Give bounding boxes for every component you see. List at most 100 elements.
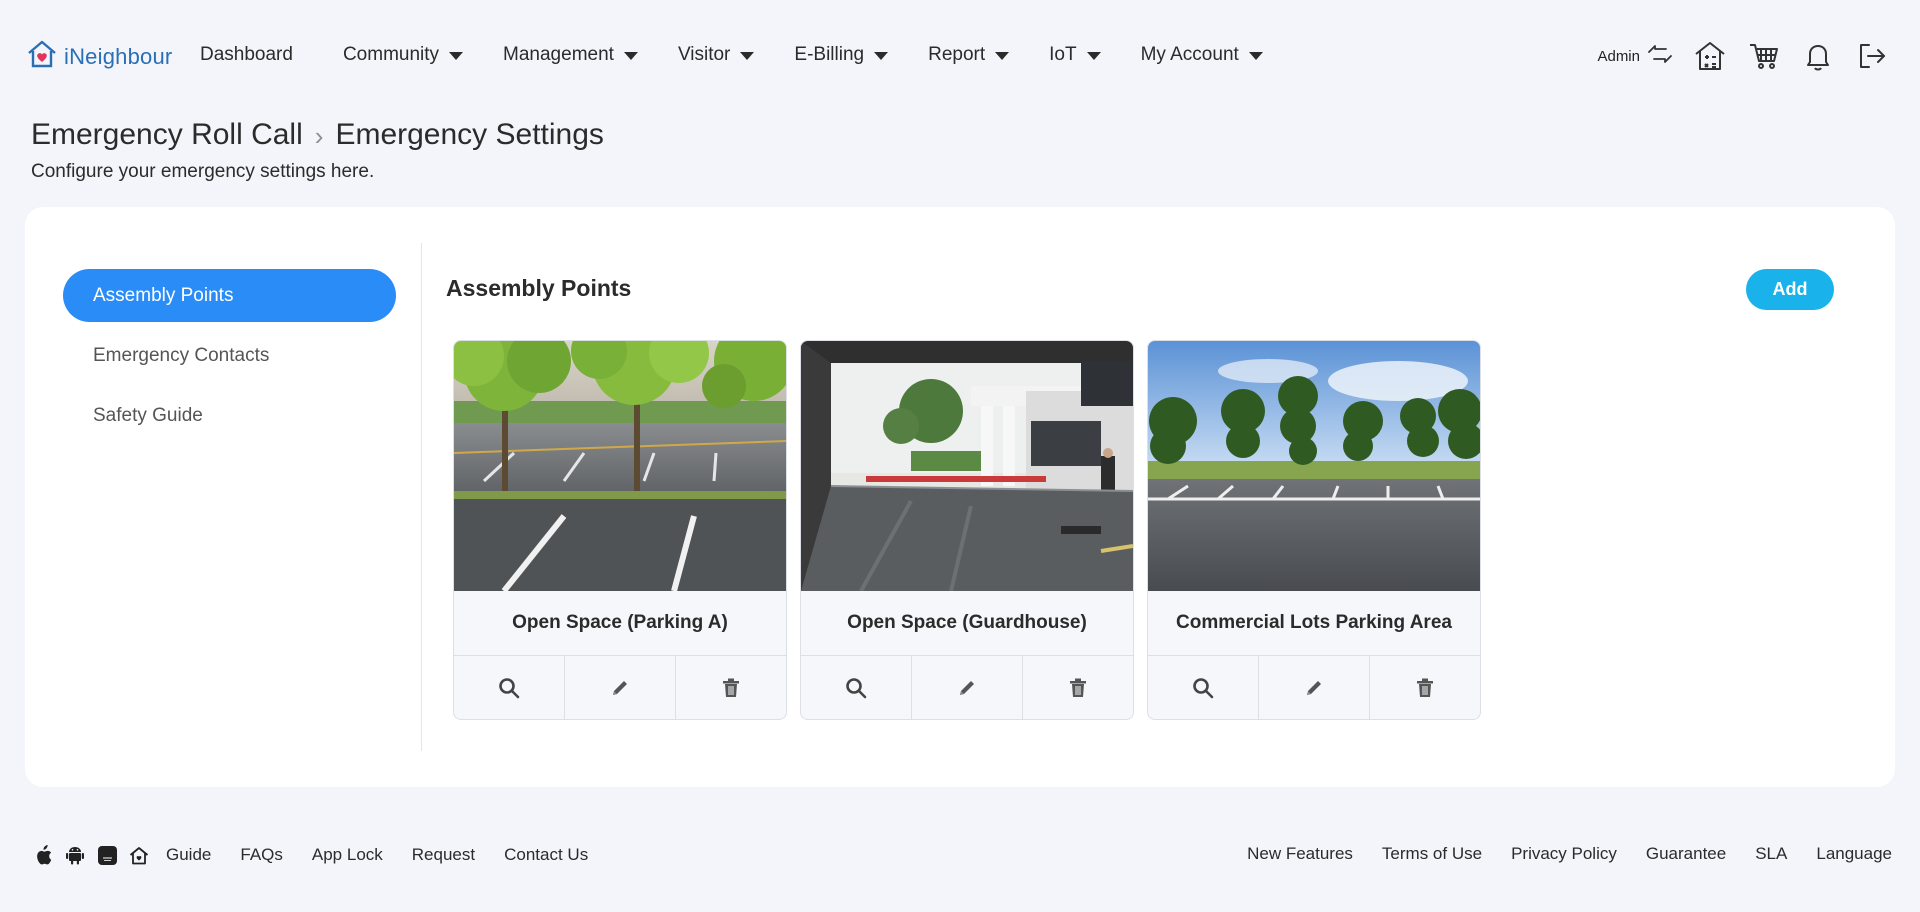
view-button[interactable] [801, 656, 911, 719]
caret-down-icon [1086, 52, 1101, 60]
top-navigation-bar: iNeighbour Dashboard Community Managemen… [0, 0, 1920, 116]
footer-link-app-lock[interactable]: App Lock [312, 845, 383, 865]
main-nav: Dashboard Community Management Visitor E… [200, 44, 1263, 66]
house-calculator-icon[interactable] [1692, 38, 1728, 74]
sidebar-item-emergency-contacts[interactable]: Emergency Contacts [63, 329, 396, 382]
nav-label: IoT [1049, 44, 1077, 65]
add-button[interactable]: Add [1746, 269, 1834, 310]
logout-icon[interactable] [1854, 38, 1890, 74]
caret-down-icon [740, 52, 755, 60]
nav-my-account[interactable]: My Account [1141, 44, 1263, 66]
nav-iot[interactable]: IoT [1049, 44, 1101, 66]
search-icon [499, 678, 520, 699]
guardhouse-entrance-photo [801, 341, 1133, 591]
footer-link-terms-of-use[interactable]: Terms of Use [1382, 844, 1482, 864]
footer-link-guarantee[interactable]: Guarantee [1646, 844, 1726, 864]
sidebar-item-safety-guide[interactable]: Safety Guide [63, 389, 396, 442]
parking-lot-trees-photo [454, 341, 786, 591]
cart-icon[interactable] [1746, 38, 1782, 74]
header-tools: Admin [1597, 38, 1890, 74]
nav-label: Community [342, 44, 440, 65]
assembly-point-name: Commercial Lots Parking Area [1148, 591, 1480, 656]
trash-icon [1417, 678, 1433, 697]
open-parking-area-photo [1148, 341, 1480, 591]
sidebar-item-label: Emergency Contacts [93, 344, 270, 366]
nav-label: Dashboard [200, 44, 293, 65]
sidebar-item-assembly-points[interactable]: Assembly Points [63, 269, 396, 322]
edit-button[interactable] [911, 656, 1022, 719]
settings-sidebar: Assembly Points Emergency Contacts Safet… [63, 269, 396, 449]
chevron-right-icon: › [314, 120, 324, 151]
pencil-icon [613, 681, 627, 695]
pencil-icon [960, 681, 974, 695]
footer-link-new-features[interactable]: New Features [1247, 844, 1353, 864]
breadcrumb-parent[interactable]: Emergency Roll Call [31, 118, 303, 152]
delete-button[interactable] [675, 656, 786, 719]
nav-e-billing[interactable]: E-Billing [794, 44, 889, 66]
nav-report[interactable]: Report [928, 44, 1010, 66]
assembly-point-card: Open Space (Parking A) [453, 340, 787, 720]
footer-link-request[interactable]: Request [412, 845, 475, 865]
edit-button[interactable] [1258, 656, 1369, 719]
sidebar-item-label: Safety Guide [93, 404, 203, 426]
caret-down-icon [623, 52, 638, 60]
trash-icon [1070, 678, 1086, 697]
delete-button[interactable] [1022, 656, 1133, 719]
footer-link-sla[interactable]: SLA [1755, 844, 1787, 864]
pencil-icon [1307, 681, 1321, 695]
footer-link-language[interactable]: Language [1816, 844, 1892, 864]
admin-switch-button[interactable]: Admin [1597, 42, 1674, 70]
bell-icon[interactable] [1800, 38, 1836, 74]
footer-right-links: New Features Terms of Use Privacy Policy… [1247, 844, 1892, 864]
home-icon[interactable] [128, 844, 150, 866]
assembly-points-list: Open Space (Parking A) Open Space (Guard… [453, 340, 1481, 720]
view-button[interactable] [454, 656, 564, 719]
breadcrumb-current: Emergency Settings [335, 118, 604, 151]
delete-button[interactable] [1369, 656, 1480, 719]
admin-label: Admin [1597, 47, 1640, 65]
assembly-point-name: Open Space (Guardhouse) [801, 591, 1133, 656]
caret-down-icon [449, 52, 464, 60]
card-actions [801, 656, 1133, 719]
nav-dashboard[interactable]: Dashboard [200, 44, 293, 66]
footer-left: Guide FAQs App Lock Request Contact Us [32, 844, 588, 866]
footer-link-guide[interactable]: Guide [166, 845, 211, 865]
switch-account-icon [1646, 42, 1674, 70]
footer-link-faqs[interactable]: FAQs [240, 845, 283, 865]
assembly-point-card: Open Space (Guardhouse) [800, 340, 1134, 720]
vertical-divider [421, 243, 422, 751]
assembly-point-card: Commercial Lots Parking Area [1147, 340, 1481, 720]
nav-label: E-Billing [794, 44, 865, 65]
nav-management[interactable]: Management [503, 44, 638, 66]
view-button[interactable] [1148, 656, 1258, 719]
huawei-icon[interactable] [96, 844, 118, 866]
card-actions [454, 656, 786, 719]
sidebar-item-label: Assembly Points [93, 284, 234, 306]
breadcrumb: Emergency Roll Call › Emergency Settings [31, 118, 604, 152]
heart-house-icon [26, 38, 58, 75]
apple-icon[interactable] [32, 844, 54, 866]
search-icon [1193, 678, 1214, 699]
footer-links: Guide FAQs App Lock Request Contact Us [166, 845, 588, 865]
footer-link-contact-us[interactable]: Contact Us [504, 845, 588, 865]
caret-down-icon [995, 52, 1010, 60]
brand-name: iNeighbour [64, 43, 173, 69]
brand-logo[interactable]: iNeighbour [26, 38, 172, 75]
caret-down-icon [1248, 52, 1263, 60]
nav-label: My Account [1140, 44, 1239, 65]
section-title: Assembly Points [446, 275, 632, 301]
nav-label: Report [928, 44, 986, 65]
nav-community[interactable]: Community [342, 44, 464, 66]
settings-card: Assembly Points Emergency Contacts Safet… [25, 207, 1895, 787]
nav-label: Visitor [677, 44, 731, 65]
nav-visitor[interactable]: Visitor [677, 44, 755, 66]
footer-link-privacy-policy[interactable]: Privacy Policy [1511, 844, 1617, 864]
card-actions [1148, 656, 1480, 719]
edit-button[interactable] [564, 656, 675, 719]
assembly-point-name: Open Space (Parking A) [454, 591, 786, 656]
search-icon [846, 678, 867, 699]
caret-down-icon [874, 52, 889, 60]
page-subtitle: Configure your emergency settings here. [31, 161, 375, 182]
android-icon[interactable] [64, 844, 86, 866]
nav-label: Management [503, 44, 614, 65]
